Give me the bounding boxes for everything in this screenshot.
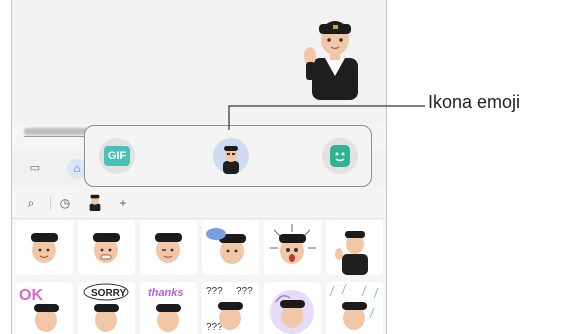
callout-leader-line (228, 105, 425, 130)
callout-label: Ikona emoji (428, 92, 521, 112)
